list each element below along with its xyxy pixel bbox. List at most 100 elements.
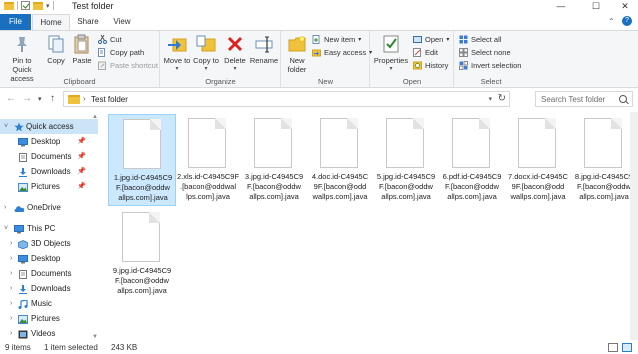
edit-button[interactable]: Edit	[413, 48, 438, 57]
refresh-icon[interactable]: ↻	[498, 93, 506, 104]
nav-item-desktop-pc[interactable]: › Desktop	[0, 251, 98, 266]
file-name[interactable]: 5.jpg.id-C4945C9 F.[bacon@oddw allps.com].…	[372, 172, 440, 202]
desktop-icon	[18, 137, 28, 147]
file-item[interactable]: 8.jpg.id-C4945C9 F.[bacon@oddw allps.com].…	[570, 114, 638, 206]
expand-chevron-icon[interactable]: ›	[10, 266, 12, 281]
nav-item-videos[interactable]: › Videos	[0, 326, 98, 340]
rename-button[interactable]: Rename	[249, 34, 279, 65]
organize-group-label: Organize	[205, 77, 236, 86]
file-item[interactable]: 9.jpg.id-C4945C9 F.[bacon@oddw allps.com].…	[108, 208, 176, 300]
address-bar[interactable]: › Test folder ▾ ↻	[63, 91, 510, 107]
file-list-scrollbar[interactable]	[630, 112, 638, 340]
easy-access-button[interactable]: Easy access ▾	[312, 48, 372, 57]
help-icon[interactable]: ?	[622, 16, 632, 26]
nav-item-desktop[interactable]: Desktop 📌	[0, 134, 98, 149]
address-history-chevron-icon[interactable]: ▾	[488, 95, 492, 103]
expand-chevron-icon[interactable]: ›	[10, 326, 12, 340]
up-arrow-icon[interactable]: ↑	[50, 93, 55, 104]
search-input[interactable]: Search Test folder	[535, 91, 633, 107]
downloads-icon	[18, 167, 28, 177]
delete-button[interactable]: Delete ▾	[222, 34, 248, 74]
collapse-chevron-icon[interactable]: ˅	[4, 119, 8, 134]
tab-file[interactable]: File	[0, 14, 31, 30]
nav-item-quick-access[interactable]: ˅ Quick access	[0, 119, 98, 134]
address-row: ← → ▾ ↑ › Test folder ▾ ↻ Search Test fo…	[0, 89, 638, 109]
cut-button[interactable]: Cut	[98, 34, 122, 44]
expand-chevron-icon[interactable]: ›	[10, 281, 12, 296]
properties-button[interactable]: Properties ▾	[373, 34, 409, 74]
move-to-icon	[167, 34, 187, 54]
file-item[interactable]: 3.jpg.id-C4945C9 F.[bacon@oddw allps.com].…	[240, 114, 308, 206]
invert-selection-button[interactable]: Invert selection	[459, 61, 521, 70]
file-item[interactable]: 2.xls.id-C4945C9F .[bacon@oddwal lps.com].…	[174, 114, 242, 206]
properties-check-icon[interactable]	[21, 1, 30, 10]
nav-pane-scrollbar[interactable]: ▲ ▼	[91, 112, 98, 340]
select-group-label: Select	[480, 77, 502, 86]
file-name[interactable]: 3.jpg.id-C4945C9 F.[bacon@oddw allps.com].…	[240, 172, 308, 202]
pin-to-quick-access-button[interactable]: Pin to Quick access	[2, 34, 42, 83]
nav-item-documents-pc[interactable]: › Documents	[0, 266, 98, 281]
tab-view[interactable]: View	[106, 14, 138, 30]
file-name[interactable]: 1.jpg.id-C4945C9 F.[bacon@oddw allps.com].…	[109, 173, 177, 203]
large-icons-view-icon[interactable]	[622, 343, 632, 352]
nav-item-music[interactable]: › Music	[0, 296, 98, 311]
tab-share[interactable]: Share	[72, 14, 104, 30]
file-item[interactable]: 4.doc.id-C4945C 9F.[bacon@odd wallps.com].…	[306, 114, 374, 206]
expand-chevron-icon[interactable]: ›	[10, 251, 12, 266]
select-all-button[interactable]: Select all	[459, 35, 501, 44]
new-item-button[interactable]: New item ▾	[312, 35, 361, 44]
nav-item-onedrive[interactable]: › OneDrive	[0, 200, 98, 215]
expand-chevron-icon[interactable]: ›	[10, 311, 12, 326]
recent-locations-chevron-icon[interactable]: ▾	[38, 95, 42, 103]
history-button[interactable]: History	[413, 61, 448, 70]
copy-path-button[interactable]: Copy path	[98, 48, 144, 57]
file-item[interactable]: 1.jpg.id-C4945C9 F.[bacon@oddw allps.com].…	[108, 114, 176, 206]
copy-button[interactable]: Copy	[44, 34, 68, 65]
collapse-chevron-icon[interactable]: ˅	[4, 221, 8, 236]
new-folder-button[interactable]: New folder	[284, 34, 310, 74]
breadcrumb[interactable]: Test folder	[91, 95, 128, 104]
file-name[interactable]: 4.doc.id-C4945C 9F.[bacon@odd wallps.com].…	[306, 172, 374, 202]
chevron-up-icon[interactable]: ⌃	[608, 17, 615, 26]
file-item[interactable]: 5.jpg.id-C4945C9 F.[bacon@oddw allps.com].…	[372, 114, 440, 206]
nav-item-label: Videos	[31, 329, 56, 338]
file-item[interactable]: 6.pdf.id-C4945C9 F.[bacon@oddw allps.com].…	[438, 114, 506, 206]
customize-toolbar-caret-icon[interactable]: ▾	[46, 2, 50, 10]
new-item-label: New item	[324, 35, 356, 44]
file-name[interactable]: 7.docx.id-C4945C 9F.[bacon@odd wallps.com]…	[504, 172, 572, 202]
nav-item-pictures[interactable]: Pictures 📌	[0, 179, 98, 194]
file-icon	[123, 119, 161, 169]
maximize-button[interactable]: ☐	[585, 0, 607, 13]
minimize-button[interactable]: —	[550, 0, 572, 13]
paste-shortcut-button[interactable]: Paste shortcut	[98, 61, 158, 70]
nav-item-label: OneDrive	[27, 203, 61, 212]
back-arrow-icon[interactable]: ←	[6, 93, 16, 104]
file-icon	[320, 118, 358, 168]
nav-item-3d-objects[interactable]: › 3D Objects	[0, 236, 98, 251]
new-folder-icon[interactable]	[33, 1, 43, 10]
open-button[interactable]: Open ▾	[413, 35, 449, 44]
nav-item-documents[interactable]: Documents 📌	[0, 149, 98, 164]
file-name[interactable]: 9.jpg.id-C4945C9 F.[bacon@oddw allps.com].…	[108, 266, 176, 296]
select-none-button[interactable]: Select none	[459, 48, 511, 57]
file-name[interactable]: 8.jpg.id-C4945C9 F.[bacon@oddw allps.com].…	[570, 172, 638, 202]
expand-chevron-icon[interactable]: ›	[4, 200, 6, 215]
expand-chevron-icon[interactable]: ›	[10, 296, 12, 311]
move-to-button[interactable]: Move to ▾	[163, 34, 191, 74]
nav-item-downloads-pc[interactable]: › Downloads	[0, 281, 98, 296]
copy-to-button[interactable]: Copy to ▾	[192, 34, 220, 74]
file-name[interactable]: 6.pdf.id-C4945C9 F.[bacon@oddw allps.com].…	[438, 172, 506, 202]
file-item[interactable]: 7.docx.id-C4945C 9F.[bacon@odd wallps.com]…	[504, 114, 572, 206]
nav-item-downloads[interactable]: Downloads 📌	[0, 164, 98, 179]
forward-arrow-icon[interactable]: →	[22, 93, 32, 104]
breadcrumb-chevron-icon[interactable]: ›	[83, 94, 86, 103]
nav-item-this-pc[interactable]: ˅ This PC	[0, 221, 98, 236]
paste-button[interactable]: Paste	[70, 34, 94, 65]
file-name[interactable]: 2.xls.id-C4945C9F .[bacon@oddwal lps.com].…	[174, 172, 242, 202]
close-button[interactable]: ✕	[614, 0, 636, 13]
scroll-up-arrow-icon[interactable]: ▲	[92, 114, 98, 120]
tab-home[interactable]: Home	[32, 14, 70, 30]
nav-item-pictures-pc[interactable]: › Pictures	[0, 311, 98, 326]
details-view-icon[interactable]	[608, 343, 618, 352]
expand-chevron-icon[interactable]: ›	[10, 236, 12, 251]
